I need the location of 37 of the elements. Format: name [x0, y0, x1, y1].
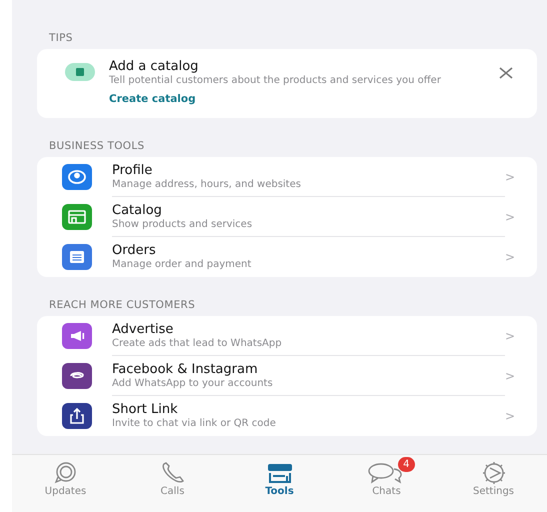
item-subtitle: Invite to chat via link or QR code	[112, 417, 277, 430]
list-item[interactable]: Short Link Invite to chat via link or QR code >	[37, 396, 537, 436]
section-header: TIPS	[48, 31, 74, 46]
item-title: Advertise	[112, 322, 174, 336]
item-title: Profile	[112, 162, 154, 178]
phone-icon	[160, 462, 186, 484]
list-item[interactable]: Orders Manage order and payment >	[37, 237, 537, 277]
catalog-icon	[65, 63, 95, 81]
chevron: >	[504, 409, 515, 423]
item-title: Short Link	[112, 402, 179, 417]
tip-description: Tell potential customers about the products and services you offer	[109, 74, 442, 87]
item-subtitle: Add WhatsApp to your accounts	[112, 376, 274, 390]
chevron: >	[504, 170, 515, 184]
chevron: >	[504, 329, 515, 343]
tip-title: Add a catalog	[109, 59, 200, 74]
tab[interactable]: 4 Chats	[346, 460, 426, 497]
item-title: Facebook & Instagram	[112, 362, 259, 376]
list-item[interactable]: Advertise Create ads that lead to WhatsApp >	[37, 316, 537, 356]
chevron: >	[504, 210, 515, 224]
item-subtitle: Show products and services	[112, 218, 254, 230]
list-item[interactable]: Profile Manage address, hours, and websites >	[37, 157, 537, 197]
create-catalog-link[interactable]: Create catalog	[109, 93, 196, 105]
list-item[interactable]: Catalog Show products and services >	[37, 197, 537, 237]
section-header: BUSINESS TOOLS	[48, 139, 146, 154]
section-header: REACH MORE CUSTOMERS	[48, 298, 196, 313]
chevron: >	[504, 250, 515, 264]
item-subtitle: Manage address, hours, and websites	[112, 178, 302, 190]
item-title: Catalog	[112, 202, 163, 218]
item-subtitle: Create ads that lead to WhatsApp	[112, 336, 283, 350]
list-item[interactable]: Facebook & Instagram Add WhatsApp to your accounts >	[37, 356, 537, 396]
settings-icon	[480, 461, 506, 485]
item-subtitle: Manage order and payment	[112, 258, 252, 271]
close-icon[interactable]	[499, 67, 513, 79]
chevron: >	[504, 369, 515, 383]
item-title: Orders	[112, 243, 157, 258]
unread-badge: 4	[398, 457, 414, 472]
tab[interactable]: Tools	[240, 460, 320, 497]
